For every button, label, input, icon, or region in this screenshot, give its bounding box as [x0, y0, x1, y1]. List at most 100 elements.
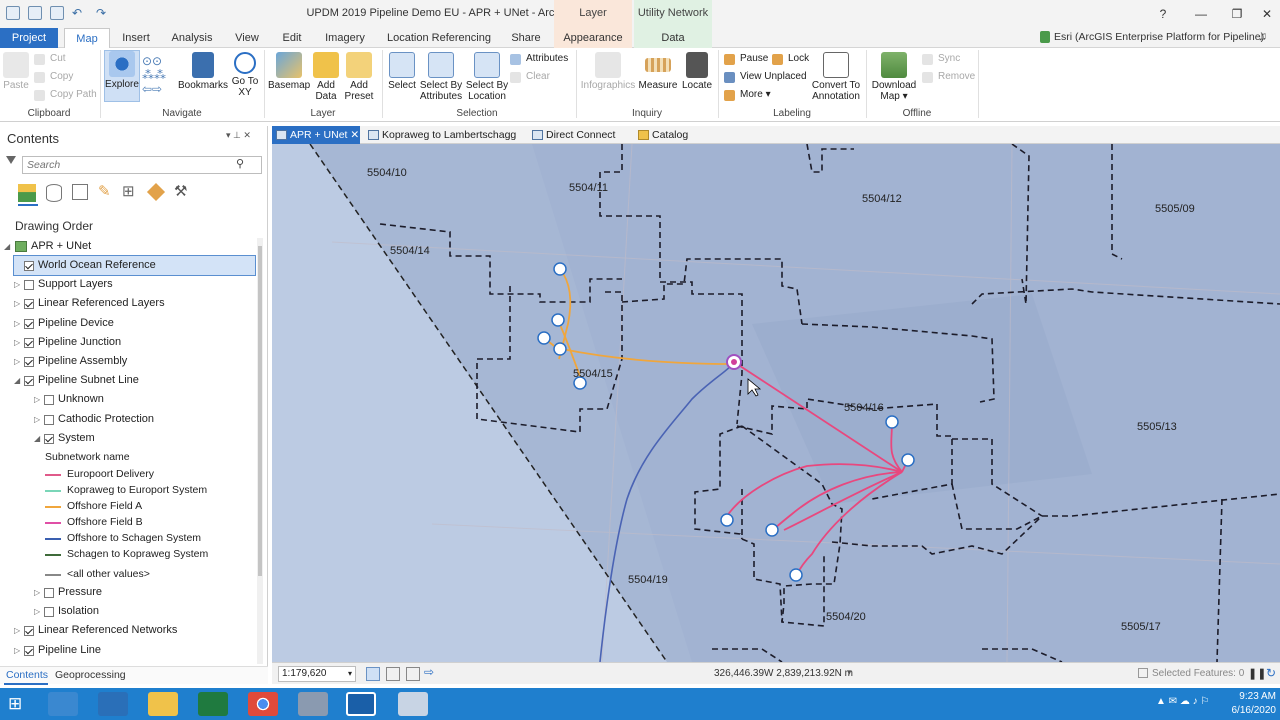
tab-data[interactable]: Data — [634, 28, 712, 48]
add-preset-button[interactable]: Add Preset — [342, 52, 376, 102]
powershell-icon[interactable] — [98, 692, 128, 716]
explore-button[interactable]: Explore — [104, 50, 140, 102]
expand-icon[interactable]: ▷ — [14, 294, 20, 313]
tab-analysis[interactable]: Analysis — [164, 28, 220, 48]
chrome-icon[interactable] — [248, 692, 278, 716]
expand-icon[interactable]: ▷ — [34, 410, 40, 429]
layer-visibility-checkbox[interactable] — [24, 337, 34, 348]
layer-visibility-checkbox[interactable] — [44, 414, 54, 425]
fixed-zoom-icon[interactable] — [386, 667, 400, 681]
expand-icon[interactable]: ▷ — [14, 641, 20, 660]
pane-options-icon[interactable]: ▾ ⊥ ✕ — [226, 130, 251, 141]
navigate-small-icons[interactable]: ⊙⊙ ⁂⁂ ⇦⇨ — [142, 54, 172, 98]
server-manager-icon[interactable] — [48, 692, 78, 716]
layer-visibility-checkbox[interactable] — [44, 395, 54, 406]
tab-geoprocessing[interactable]: Geoprocessing — [55, 669, 126, 681]
pause-drawing-icon[interactable]: ❚❚ — [1248, 667, 1266, 680]
tab-location-referencing[interactable]: Location Referencing — [380, 28, 498, 48]
layer-visibility-checkbox[interactable] — [24, 357, 34, 367]
map-view[interactable]: 5504/10 5504/11 5504/12 5505/09 5504/14 … — [272, 144, 1280, 662]
remove-button[interactable]: Remove — [922, 70, 975, 84]
map-tab-catalog[interactable]: Catalog — [634, 126, 704, 144]
scale-selector[interactable]: 1:179,620 ▾ — [278, 666, 356, 682]
pause-labeling-button[interactable]: Pause — [724, 52, 768, 66]
layer-visibility-checkbox[interactable] — [24, 645, 34, 656]
add-data-button[interactable]: Add Data — [312, 52, 340, 102]
collapse-icon[interactable]: ◢ — [4, 237, 10, 256]
expand-icon[interactable]: ▷ — [34, 602, 40, 621]
goto-xy-button[interactable]: Go To XY — [230, 52, 260, 98]
tab-appearance[interactable]: Appearance — [554, 28, 632, 48]
layer-visibility-checkbox[interactable] — [24, 318, 34, 329]
collapse-icon[interactable]: ◢ — [14, 371, 20, 390]
layer-visibility-checkbox[interactable] — [24, 299, 34, 310]
list-by-drawing-order-icon[interactable] — [18, 184, 36, 202]
windows-start-icon[interactable]: ⊞ — [8, 695, 22, 712]
tab-imagery[interactable]: Imagery — [318, 28, 372, 48]
coordinate-units-dropdown[interactable]: ▾ — [847, 667, 852, 678]
view-unplaced-button[interactable]: View Unplaced — [724, 70, 807, 84]
expand-icon[interactable]: ▷ — [34, 390, 40, 409]
list-by-snapping-icon[interactable]: ⊞ — [122, 182, 135, 200]
basemap-button[interactable]: Basemap — [268, 52, 310, 91]
refresh-icon[interactable]: ↻ — [1266, 666, 1276, 680]
select-button[interactable]: Select — [386, 52, 418, 91]
expand-icon[interactable]: ▷ — [14, 352, 20, 371]
minimize-button[interactable]: — — [1186, 4, 1216, 24]
list-by-editing-icon[interactable]: ✎ — [98, 182, 111, 200]
list-by-data-source-icon[interactable] — [46, 184, 62, 202]
map-tab-apr-unet[interactable]: APR + UNet ✕ — [272, 126, 360, 144]
layer-visibility-checkbox[interactable] — [24, 261, 34, 271]
filter-icon[interactable] — [6, 156, 16, 169]
download-map-button[interactable]: Download Map ▾ — [870, 52, 918, 102]
tab-contents[interactable]: Contents — [6, 669, 48, 681]
taskbar-time[interactable]: 9:23 AM — [1212, 691, 1276, 702]
contents-scrollbar[interactable] — [257, 238, 263, 664]
scrollbar-thumb[interactable] — [258, 246, 262, 576]
sync-button[interactable]: Sync — [922, 52, 960, 66]
bookmarks-button[interactable]: Bookmarks — [178, 52, 228, 91]
layer-visibility-checkbox[interactable] — [44, 607, 54, 618]
system-tray-icons[interactable]: ▲ ✉ ☁ ♪ ⚐ — [1156, 696, 1209, 707]
infographics-button[interactable]: Infographics — [580, 52, 636, 91]
contents-search-input[interactable] — [22, 156, 262, 174]
expand-icon[interactable]: ▷ — [14, 621, 20, 640]
select-by-attributes-button[interactable]: Select By Attributes — [418, 52, 464, 102]
tab-edit[interactable]: Edit — [274, 28, 310, 48]
map-tab-kopraweg[interactable]: Kopraweg to Lambertschagg — [364, 126, 520, 144]
layer-row[interactable]: World Ocean Reference — [13, 255, 256, 276]
more-labeling-button[interactable]: More ▾ — [724, 88, 771, 102]
lock-labeling-button[interactable]: Lock — [772, 52, 809, 66]
expand-icon[interactable]: ▷ — [34, 583, 40, 602]
taskbar-date[interactable]: 6/16/2020 — [1212, 705, 1277, 716]
locate-button[interactable]: Locate — [680, 52, 714, 91]
signed-in-user[interactable]: Esri (ArcGIS Enterprise Platform for Pip… — [1054, 31, 1264, 43]
close-button[interactable]: ✕ — [1252, 4, 1280, 24]
arcgis-pro-icon[interactable] — [346, 692, 376, 716]
tab-share[interactable]: Share — [506, 28, 546, 48]
map-grid-icon[interactable] — [366, 667, 380, 681]
paste-button[interactable]: Paste — [2, 52, 30, 91]
network-tool-icon[interactable] — [298, 692, 328, 716]
tab-view[interactable]: View — [228, 28, 266, 48]
collapse-icon[interactable]: ◢ — [34, 429, 40, 448]
tab-map[interactable]: Map — [64, 28, 110, 49]
expand-icon[interactable]: ▷ — [14, 275, 20, 294]
remote-desktop-icon[interactable] — [398, 692, 428, 716]
layer-visibility-checkbox[interactable] — [24, 280, 34, 291]
list-by-selection-icon[interactable] — [72, 184, 88, 200]
measure-button[interactable]: Measure — [638, 52, 678, 91]
layer-visibility-checkbox[interactable] — [24, 626, 34, 637]
tab-project[interactable]: Project — [0, 28, 58, 48]
map-tab-direct-connect[interactable]: Direct Connect — [528, 126, 624, 144]
select-by-location-button[interactable]: Select By Location — [464, 52, 510, 102]
copy-button[interactable]: Copy — [34, 70, 73, 84]
expand-icon[interactable]: ▷ — [14, 333, 20, 352]
table-icon[interactable] — [406, 667, 420, 681]
list-by-perspective-icon[interactable]: ⚒ — [174, 182, 187, 200]
copy-path-button[interactable]: Copy Path — [34, 88, 97, 102]
attributes-button[interactable]: Attributes — [510, 52, 568, 66]
rotation-icon[interactable]: ⇨ — [424, 665, 434, 679]
layer-visibility-checkbox[interactable] — [44, 588, 54, 598]
layer-visibility-checkbox[interactable] — [44, 433, 54, 444]
